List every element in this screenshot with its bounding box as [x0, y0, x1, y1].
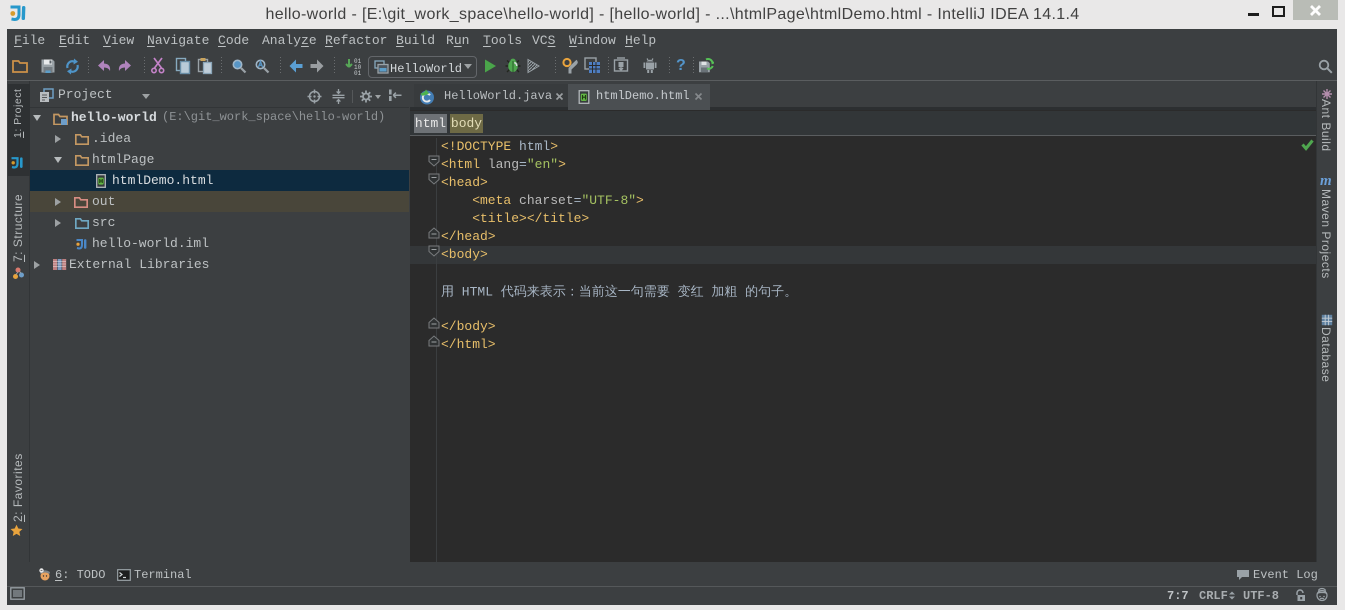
- svg-text:HTML: HTML: [462, 285, 493, 300]
- svg-text:01: 01: [354, 70, 362, 75]
